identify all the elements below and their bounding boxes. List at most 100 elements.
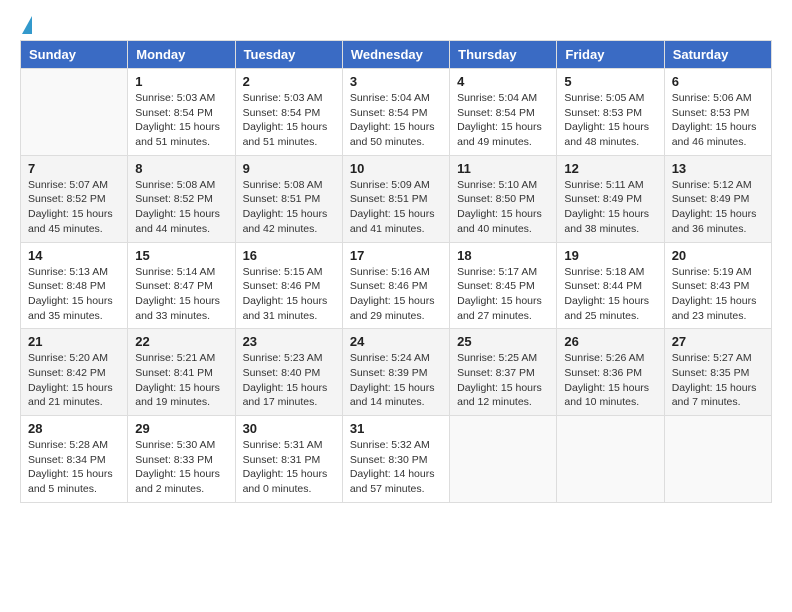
day-info: Sunrise: 5:05 AM Sunset: 8:53 PM Dayligh… [564, 91, 656, 150]
calendar-weekday-thursday: Thursday [450, 41, 557, 69]
calendar-cell: 5 Sunrise: 5:05 AM Sunset: 8:53 PM Daylig… [557, 69, 664, 156]
day-info: Sunrise: 5:11 AM Sunset: 8:49 PM Dayligh… [564, 178, 656, 237]
day-info: Sunrise: 5:26 AM Sunset: 8:36 PM Dayligh… [564, 351, 656, 410]
day-number: 30 [243, 421, 335, 436]
day-info: Sunrise: 5:09 AM Sunset: 8:51 PM Dayligh… [350, 178, 442, 237]
calendar-weekday-friday: Friday [557, 41, 664, 69]
calendar-week-row: 21Sunrise: 5:20 AM Sunset: 8:42 PM Dayli… [21, 329, 772, 416]
calendar-cell: 11 Sunrise: 5:10 AM Sunset: 8:50 PM Dayli… [450, 155, 557, 242]
calendar-cell: 24Sunrise: 5:24 AM Sunset: 8:39 PM Dayli… [342, 329, 449, 416]
calendar-header-row: SundayMondayTuesdayWednesdayThursdayFrid… [21, 41, 772, 69]
calendar-cell: 15Sunrise: 5:14 AM Sunset: 8:47 PM Dayli… [128, 242, 235, 329]
calendar-weekday-monday: Monday [128, 41, 235, 69]
day-number: 25 [457, 334, 549, 349]
calendar-week-row: 7Sunrise: 5:07 AM Sunset: 8:52 PM Daylig… [21, 155, 772, 242]
day-number: 6 [672, 74, 764, 89]
calendar-cell: 12 Sunrise: 5:11 AM Sunset: 8:49 PM Dayli… [557, 155, 664, 242]
day-info: Sunrise: 5:21 AM Sunset: 8:41 PM Dayligh… [135, 351, 227, 410]
calendar-cell: 13 Sunrise: 5:12 AM Sunset: 8:49 PM Dayli… [664, 155, 771, 242]
calendar-cell [557, 416, 664, 503]
calendar-cell: 17 Sunrise: 5:16 AM Sunset: 8:46 PM Dayli… [342, 242, 449, 329]
calendar-cell: 31 Sunrise: 5:32 AM Sunset: 8:30 PM Dayli… [342, 416, 449, 503]
calendar-cell: 23 Sunrise: 5:23 AM Sunset: 8:40 PM Dayli… [235, 329, 342, 416]
day-number: 16 [243, 248, 335, 263]
day-info: Sunrise: 5:24 AM Sunset: 8:39 PM Dayligh… [350, 351, 442, 410]
calendar-cell: 6 Sunrise: 5:06 AM Sunset: 8:53 PM Daylig… [664, 69, 771, 156]
day-number: 22 [135, 334, 227, 349]
day-info: Sunrise: 5:32 AM Sunset: 8:30 PM Dayligh… [350, 438, 442, 497]
day-info: Sunrise: 5:06 AM Sunset: 8:53 PM Dayligh… [672, 91, 764, 150]
calendar-table: SundayMondayTuesdayWednesdayThursdayFrid… [20, 40, 772, 503]
day-info: Sunrise: 5:03 AM Sunset: 8:54 PM Dayligh… [243, 91, 335, 150]
day-number: 8 [135, 161, 227, 176]
day-number: 9 [243, 161, 335, 176]
day-number: 23 [243, 334, 335, 349]
calendar-cell: 20 Sunrise: 5:19 AM Sunset: 8:43 PM Dayli… [664, 242, 771, 329]
day-number: 5 [564, 74, 656, 89]
day-number: 2 [243, 74, 335, 89]
calendar-cell: 14Sunrise: 5:13 AM Sunset: 8:48 PM Dayli… [21, 242, 128, 329]
day-number: 19 [564, 248, 656, 263]
day-info: Sunrise: 5:08 AM Sunset: 8:52 PM Dayligh… [135, 178, 227, 237]
calendar-cell: 22 Sunrise: 5:21 AM Sunset: 8:41 PM Dayli… [128, 329, 235, 416]
calendar-cell: 9 Sunrise: 5:08 AM Sunset: 8:51 PM Daylig… [235, 155, 342, 242]
calendar-cell [664, 416, 771, 503]
day-number: 21 [28, 334, 120, 349]
day-info: Sunrise: 5:03 AM Sunset: 8:54 PM Dayligh… [135, 91, 227, 150]
calendar-cell: 8 Sunrise: 5:08 AM Sunset: 8:52 PM Daylig… [128, 155, 235, 242]
calendar-week-row: 28Sunrise: 5:28 AM Sunset: 8:34 PM Dayli… [21, 416, 772, 503]
logo [20, 20, 32, 30]
day-info: Sunrise: 5:16 AM Sunset: 8:46 PM Dayligh… [350, 265, 442, 324]
day-info: Sunrise: 5:04 AM Sunset: 8:54 PM Dayligh… [457, 91, 549, 150]
day-info: Sunrise: 5:15 AM Sunset: 8:46 PM Dayligh… [243, 265, 335, 324]
day-number: 4 [457, 74, 549, 89]
day-info: Sunrise: 5:04 AM Sunset: 8:54 PM Dayligh… [350, 91, 442, 150]
calendar-cell: 28Sunrise: 5:28 AM Sunset: 8:34 PM Dayli… [21, 416, 128, 503]
day-number: 12 [564, 161, 656, 176]
calendar-week-row: 1 Sunrise: 5:03 AM Sunset: 8:54 PM Daylig… [21, 69, 772, 156]
day-info: Sunrise: 5:10 AM Sunset: 8:50 PM Dayligh… [457, 178, 549, 237]
calendar-cell: 30 Sunrise: 5:31 AM Sunset: 8:31 PM Dayli… [235, 416, 342, 503]
day-number: 18 [457, 248, 549, 263]
day-info: Sunrise: 5:31 AM Sunset: 8:31 PM Dayligh… [243, 438, 335, 497]
calendar-weekday-wednesday: Wednesday [342, 41, 449, 69]
calendar-weekday-sunday: Sunday [21, 41, 128, 69]
calendar-cell: 1 Sunrise: 5:03 AM Sunset: 8:54 PM Daylig… [128, 69, 235, 156]
day-info: Sunrise: 5:17 AM Sunset: 8:45 PM Dayligh… [457, 265, 549, 324]
day-number: 11 [457, 161, 549, 176]
day-info: Sunrise: 5:23 AM Sunset: 8:40 PM Dayligh… [243, 351, 335, 410]
day-info: Sunrise: 5:25 AM Sunset: 8:37 PM Dayligh… [457, 351, 549, 410]
calendar-cell: 3Sunrise: 5:04 AM Sunset: 8:54 PM Daylig… [342, 69, 449, 156]
calendar-cell: 16 Sunrise: 5:15 AM Sunset: 8:46 PM Dayli… [235, 242, 342, 329]
calendar-week-row: 14Sunrise: 5:13 AM Sunset: 8:48 PM Dayli… [21, 242, 772, 329]
calendar-cell: 26 Sunrise: 5:26 AM Sunset: 8:36 PM Dayli… [557, 329, 664, 416]
day-number: 29 [135, 421, 227, 436]
day-info: Sunrise: 5:28 AM Sunset: 8:34 PM Dayligh… [28, 438, 120, 497]
day-number: 20 [672, 248, 764, 263]
page-header [20, 20, 772, 30]
calendar-weekday-saturday: Saturday [664, 41, 771, 69]
day-number: 31 [350, 421, 442, 436]
calendar-cell [21, 69, 128, 156]
day-number: 17 [350, 248, 442, 263]
calendar-cell: 21Sunrise: 5:20 AM Sunset: 8:42 PM Dayli… [21, 329, 128, 416]
day-info: Sunrise: 5:27 AM Sunset: 8:35 PM Dayligh… [672, 351, 764, 410]
day-number: 15 [135, 248, 227, 263]
calendar-cell: 27 Sunrise: 5:27 AM Sunset: 8:35 PM Dayli… [664, 329, 771, 416]
day-info: Sunrise: 5:30 AM Sunset: 8:33 PM Dayligh… [135, 438, 227, 497]
day-number: 13 [672, 161, 764, 176]
day-info: Sunrise: 5:18 AM Sunset: 8:44 PM Dayligh… [564, 265, 656, 324]
day-info: Sunrise: 5:12 AM Sunset: 8:49 PM Dayligh… [672, 178, 764, 237]
calendar-cell: 29 Sunrise: 5:30 AM Sunset: 8:33 PM Dayli… [128, 416, 235, 503]
calendar-cell: 7Sunrise: 5:07 AM Sunset: 8:52 PM Daylig… [21, 155, 128, 242]
day-number: 10 [350, 161, 442, 176]
calendar-cell: 10 Sunrise: 5:09 AM Sunset: 8:51 PM Dayli… [342, 155, 449, 242]
day-number: 1 [135, 74, 227, 89]
day-number: 27 [672, 334, 764, 349]
day-number: 7 [28, 161, 120, 176]
calendar-weekday-tuesday: Tuesday [235, 41, 342, 69]
day-number: 26 [564, 334, 656, 349]
day-info: Sunrise: 5:08 AM Sunset: 8:51 PM Dayligh… [243, 178, 335, 237]
calendar-cell: 4 Sunrise: 5:04 AM Sunset: 8:54 PM Daylig… [450, 69, 557, 156]
day-info: Sunrise: 5:19 AM Sunset: 8:43 PM Dayligh… [672, 265, 764, 324]
